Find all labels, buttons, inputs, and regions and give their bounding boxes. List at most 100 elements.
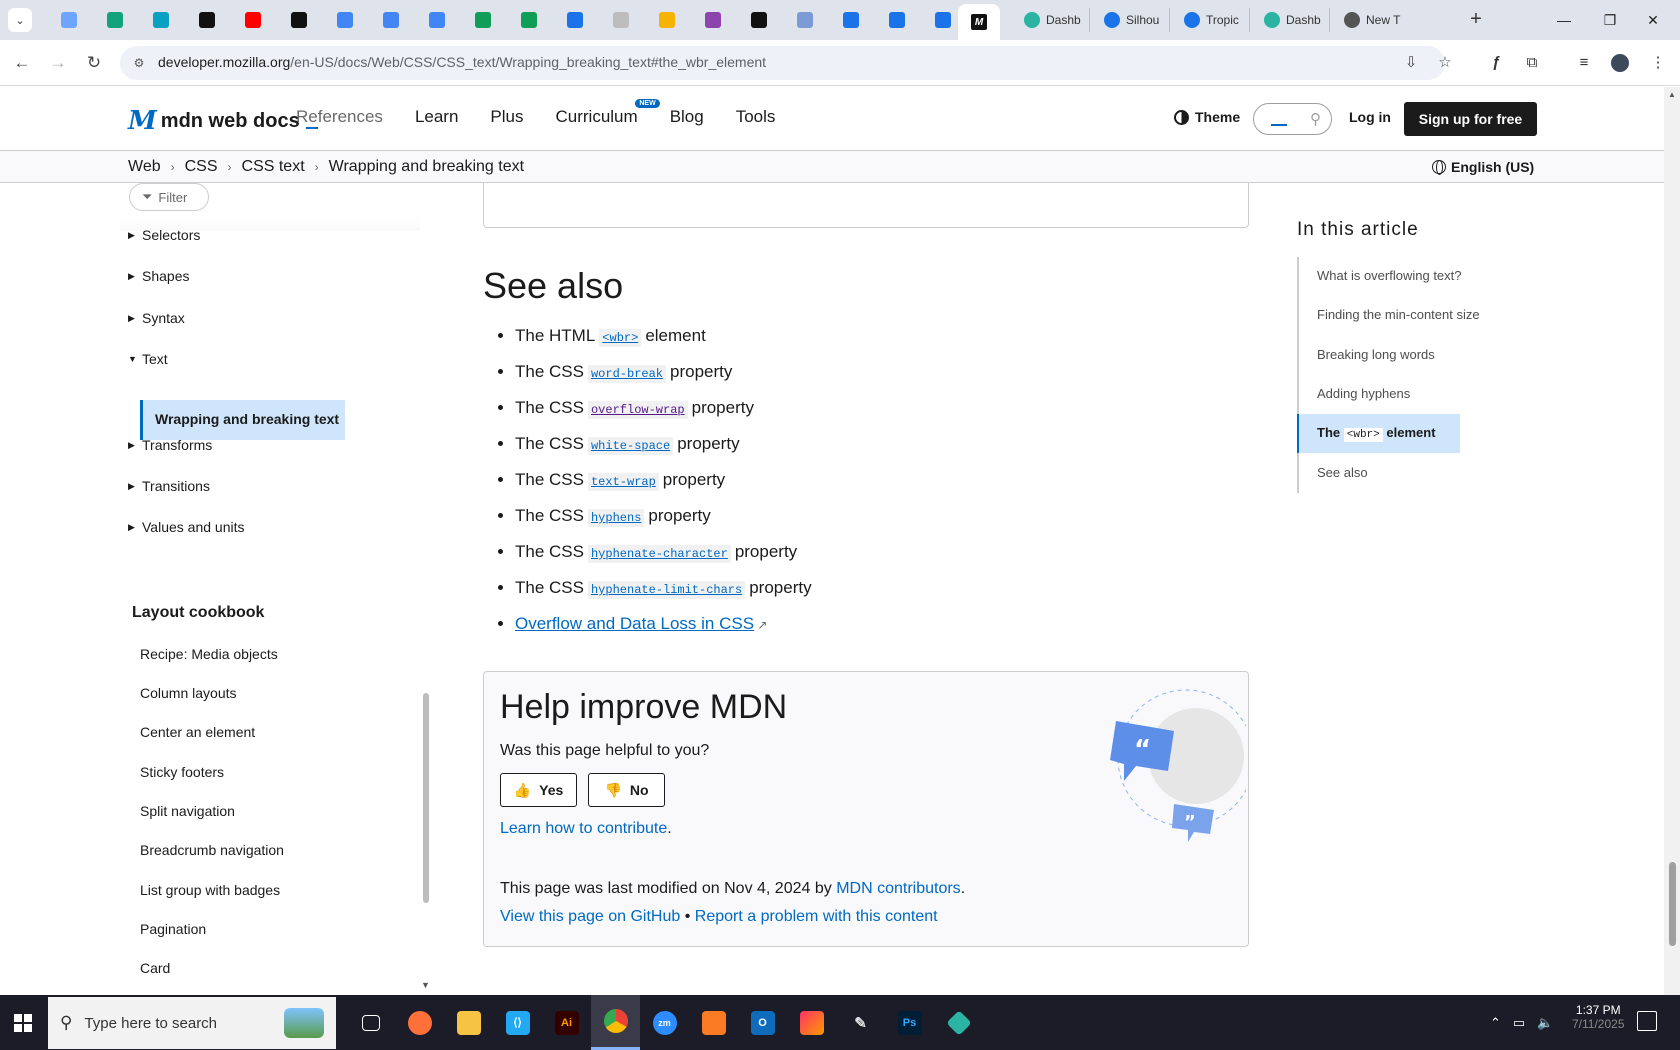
pinned-tab[interactable] xyxy=(690,10,736,30)
outlook-icon[interactable]: O xyxy=(738,995,787,1050)
extensions-puzzle-icon[interactable]: ⧉ xyxy=(1520,51,1544,75)
browser-tab[interactable]: Silhou xyxy=(1090,8,1170,32)
toc-item[interactable]: Finding the min-content size xyxy=(1317,307,1480,322)
contributors-link[interactable]: MDN contributors xyxy=(836,880,960,897)
browser-menu-icon[interactable]: ⋮ xyxy=(1646,51,1670,75)
pinned-tab[interactable] xyxy=(92,10,138,30)
new-tab-button[interactable]: + xyxy=(1464,8,1488,32)
pinned-tab[interactable] xyxy=(506,10,552,30)
nav-curriculum[interactable]: Curriculum NEW xyxy=(556,99,660,127)
photoshop-icon[interactable]: Ps xyxy=(885,995,934,1050)
scroll-down-arrow-icon[interactable]: ▼ xyxy=(421,980,430,990)
active-tab-mdn[interactable]: M xyxy=(958,4,1000,40)
external-link[interactable]: Overflow and Data Loss in CSS xyxy=(515,614,754,633)
task-view-icon[interactable] xyxy=(346,995,395,1050)
site-search-input[interactable]: ⚲ xyxy=(1253,103,1332,135)
see-also-code-link[interactable]: word-break xyxy=(587,365,666,383)
sidebar-item-cookbook[interactable]: Breadcrumb navigation xyxy=(140,842,284,858)
signup-button[interactable]: Sign up for free xyxy=(1404,102,1537,136)
nav-tools[interactable]: Tools xyxy=(736,107,776,127)
pinned-tab[interactable] xyxy=(874,10,920,30)
tray-chevron-up-icon[interactable]: ⌃ xyxy=(1490,1015,1501,1031)
report-link[interactable]: Report a problem with this content xyxy=(695,908,938,925)
pinned-tab[interactable] xyxy=(552,10,598,30)
see-also-code-link[interactable]: text-wrap xyxy=(587,473,659,491)
pinned-tab[interactable] xyxy=(46,10,92,30)
sidebar-item-selectors[interactable]: ▶ Selectors xyxy=(128,227,200,243)
pinned-tab[interactable] xyxy=(828,10,874,30)
close-window-button[interactable]: ✕ xyxy=(1626,0,1680,40)
yes-button[interactable]: 👍 Yes xyxy=(500,773,577,807)
pinned-tab[interactable] xyxy=(460,10,506,30)
pinned-tab[interactable] xyxy=(322,10,368,30)
pinned-tab[interactable] xyxy=(138,10,184,30)
volume-icon[interactable]: 🔈 xyxy=(1537,1015,1553,1031)
github-link[interactable]: View this page on GitHub xyxy=(500,908,680,925)
address-bar[interactable]: ⚙ developer.mozilla.org/en-US/docs/Web/C… xyxy=(120,46,1452,80)
network-icon[interactable]: ▭ xyxy=(1513,1015,1525,1031)
browser-tab[interactable]: Dashb xyxy=(1010,8,1090,32)
browser-tab[interactable]: Dashb xyxy=(1250,8,1330,32)
sidebar-item-values-units[interactable]: ▶ Values and units xyxy=(128,519,244,535)
pinned-tab[interactable] xyxy=(736,10,782,30)
bookmark-star-icon[interactable]: ☆ xyxy=(1434,53,1456,75)
sidebar-item-cookbook[interactable]: Column layouts xyxy=(140,685,237,701)
sidebar-item-transforms[interactable]: ▶ Transforms xyxy=(128,437,212,453)
see-also-code-link[interactable]: <wbr> xyxy=(599,329,642,347)
file-explorer-icon[interactable] xyxy=(444,995,493,1050)
toc-item[interactable]: Breaking long words xyxy=(1317,347,1435,362)
sidebar-item-transitions[interactable]: ▶ Transitions xyxy=(128,478,210,494)
site-info-icon[interactable]: ⚙ xyxy=(130,54,148,72)
sidebar-item-cookbook[interactable]: Sticky footers xyxy=(140,764,224,780)
back-button[interactable]: ← xyxy=(10,51,34,75)
nav-references[interactable]: References xyxy=(296,107,383,127)
nav-learn[interactable]: Learn xyxy=(415,107,458,127)
scroll-up-arrow-icon[interactable]: ▲ xyxy=(1668,90,1676,99)
toc-item[interactable]: Adding hyphens xyxy=(1317,386,1410,401)
browser-tab[interactable]: New T xyxy=(1330,8,1410,32)
sidebar-scrollbar[interactable] xyxy=(423,693,429,903)
see-also-code-link[interactable]: overflow-wrap xyxy=(587,401,688,419)
theme-button[interactable]: Theme xyxy=(1174,109,1240,125)
toc-item[interactable]: What is overflowing text? xyxy=(1317,268,1462,283)
pinned-tab[interactable] xyxy=(276,10,322,30)
browser-tab[interactable]: Tropic xyxy=(1170,8,1250,32)
taskbar-search-input[interactable]: ⚲ Type here to search xyxy=(48,997,336,1049)
pinned-tab[interactable] xyxy=(644,10,690,30)
nav-plus[interactable]: Plus xyxy=(490,107,523,127)
no-button[interactable]: 👎 No xyxy=(588,773,665,807)
forward-button[interactable]: → xyxy=(46,51,70,75)
nav-blog[interactable]: Blog xyxy=(670,107,704,127)
language-switcher[interactable]: English (US) xyxy=(1432,159,1534,175)
taskbar-clock[interactable]: 1:37 PM 7/11/2025 xyxy=(1572,1003,1625,1031)
sidebar-item-cookbook[interactable]: Card xyxy=(140,960,170,976)
see-also-code-link[interactable]: hyphens xyxy=(587,509,645,527)
sidebar-item-cookbook[interactable]: Split navigation xyxy=(140,803,235,819)
sidebar-item-cookbook[interactable]: List group with badges xyxy=(140,882,280,898)
extension-icon[interactable]: ƒ xyxy=(1484,51,1508,75)
see-also-code-link[interactable]: hyphenate-limit-chars xyxy=(587,581,746,599)
mdn-logo[interactable]: M mdn web docs xyxy=(128,106,318,136)
see-also-code-link[interactable]: hyphenate-character xyxy=(587,545,731,563)
pinned-tab[interactable] xyxy=(230,10,276,30)
sidebar-item-wrapping-breaking-text[interactable]: Wrapping and breaking text xyxy=(143,400,345,440)
pen-tool-icon[interactable]: ✎ xyxy=(836,995,885,1050)
pinned-tab[interactable] xyxy=(184,10,230,30)
sidebar-item-syntax[interactable]: ▶ Syntax xyxy=(128,310,185,326)
notification-icon[interactable] xyxy=(1637,1011,1657,1031)
xampp-icon[interactable] xyxy=(689,995,738,1050)
chrome-icon[interactable] xyxy=(591,995,640,1050)
windows-start-icon[interactable] xyxy=(14,1014,32,1032)
reload-button[interactable]: ↻ xyxy=(82,51,106,75)
sidebar-item-cookbook[interactable]: Pagination xyxy=(140,921,206,937)
firefox-icon[interactable] xyxy=(395,995,444,1050)
tab-search-dropdown[interactable]: ⌄ xyxy=(8,8,32,32)
sidebar-item-cookbook[interactable]: Recipe: Media objects xyxy=(140,646,278,662)
breadcrumb-css[interactable]: CSS xyxy=(185,158,218,176)
breadcrumb-css-text[interactable]: CSS text xyxy=(242,158,305,176)
app-icon[interactable] xyxy=(934,995,983,1050)
breadcrumb-current[interactable]: Wrapping and breaking text xyxy=(329,158,524,176)
pinned-tab[interactable] xyxy=(368,10,414,30)
see-also-code-link[interactable]: white-space xyxy=(587,437,674,455)
toc-item-active[interactable]: The <wbr> element xyxy=(1297,414,1460,453)
